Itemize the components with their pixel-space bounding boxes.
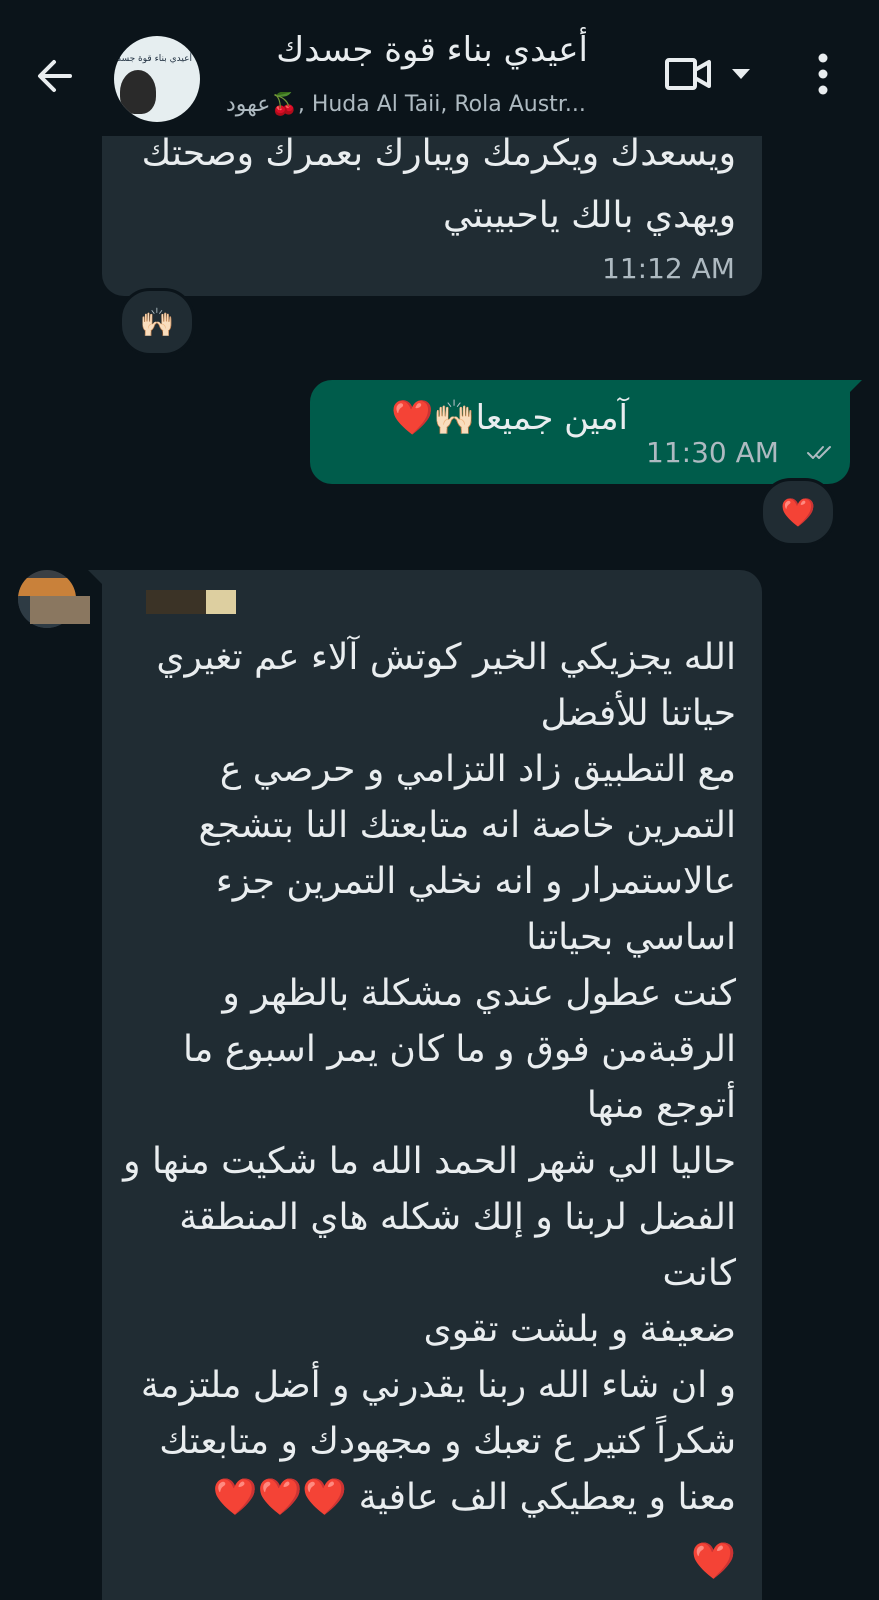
message-line: شكراً كتير ع تعبك و مجهودك و متابعتك xyxy=(159,1421,736,1462)
message-text: آمين جميعا🙌🏻❤️ xyxy=(391,398,628,438)
chat-header: أعيدي بناء قوة جسدك أعيدي بناء قوة جسدك … xyxy=(0,0,879,136)
video-call-icon[interactable] xyxy=(664,54,712,94)
avatar-label: أعيدي بناء قوة جسدك xyxy=(114,54,192,64)
sender-name-redaction xyxy=(146,590,208,614)
message-line: كنت عطول عندي مشكلة بالظهر و xyxy=(222,973,736,1014)
message-line: اساسي بحياتنا xyxy=(526,917,736,958)
chat-participants[interactable]: عهود🍒, Huda Al Taii, Rola Austr... xyxy=(226,92,626,117)
message-line: معنا و يعطيكي الف عافية ❤️❤️❤️ xyxy=(212,1477,736,1518)
reaction-badge[interactable]: ❤️ xyxy=(760,478,836,546)
sender-avatar-redaction xyxy=(30,596,90,624)
message-line: الله يجزيكي الخير كوتش آلاء عم تغيري xyxy=(156,637,736,678)
chevron-down-icon[interactable] xyxy=(730,66,752,82)
heart-icon: ❤️ xyxy=(780,495,816,529)
incoming-message[interactable]: الله يجزيكي الخير كوتش آلاء عم تغيري حيا… xyxy=(102,570,762,1600)
message-line: أتوجع منها xyxy=(586,1085,736,1126)
message-line: الفضل لربنا و إلك شكله هاي المنطقة كانت xyxy=(179,1197,736,1294)
message-line: ويهدي بالك ياحبيبتي xyxy=(443,195,736,236)
back-arrow-icon[interactable] xyxy=(28,48,84,104)
message-line: حياتنا للأفضل xyxy=(540,693,736,734)
message-line: الرقبةمن فوق و ما كان يمر اسبوع ما xyxy=(183,1029,736,1070)
more-options-icon[interactable] xyxy=(815,50,831,98)
message-line: و ان شاء الله ربنا يقدرني و أضل ملتزمة xyxy=(140,1365,736,1406)
bubble-tail xyxy=(88,570,102,584)
chat-title[interactable]: أعيدي بناء قوة جسدك xyxy=(228,30,588,70)
raising-hands-icon: 🙌🏻 xyxy=(139,305,175,339)
message-line: مع التطبيق زاد التزامي و حرصي ع xyxy=(219,749,736,790)
incoming-message[interactable]: ويسعدك ويكرمك ويبارك بعمرك وصحتك ويهدي ب… xyxy=(102,110,762,296)
message-line: عالاستمرار و انه نخلي التمرين جزء xyxy=(215,861,736,902)
sender-name-redaction xyxy=(206,590,236,614)
bubble-tail xyxy=(848,380,862,394)
group-avatar[interactable]: أعيدي بناء قوة جسدك xyxy=(114,36,200,122)
message-line: التمرين خاصة انه متابعتك النا بتشجع xyxy=(198,805,736,846)
message-time: 11:30 AM xyxy=(646,436,779,469)
message-line: ❤️ xyxy=(691,1541,736,1582)
message-time: 11:12 AM xyxy=(602,252,735,285)
message-line: حاليا الي شهر الحمد الله ما شكيت منها و xyxy=(123,1141,736,1182)
avatar-figure xyxy=(120,70,156,114)
outgoing-message[interactable]: آمين جميعا🙌🏻❤️ 11:30 AM xyxy=(310,380,850,484)
message-line: ضعيفة و بلشت تقوى xyxy=(423,1309,736,1350)
read-receipt-icon xyxy=(807,446,831,459)
reaction-badge[interactable]: 🙌🏻 xyxy=(119,288,195,356)
